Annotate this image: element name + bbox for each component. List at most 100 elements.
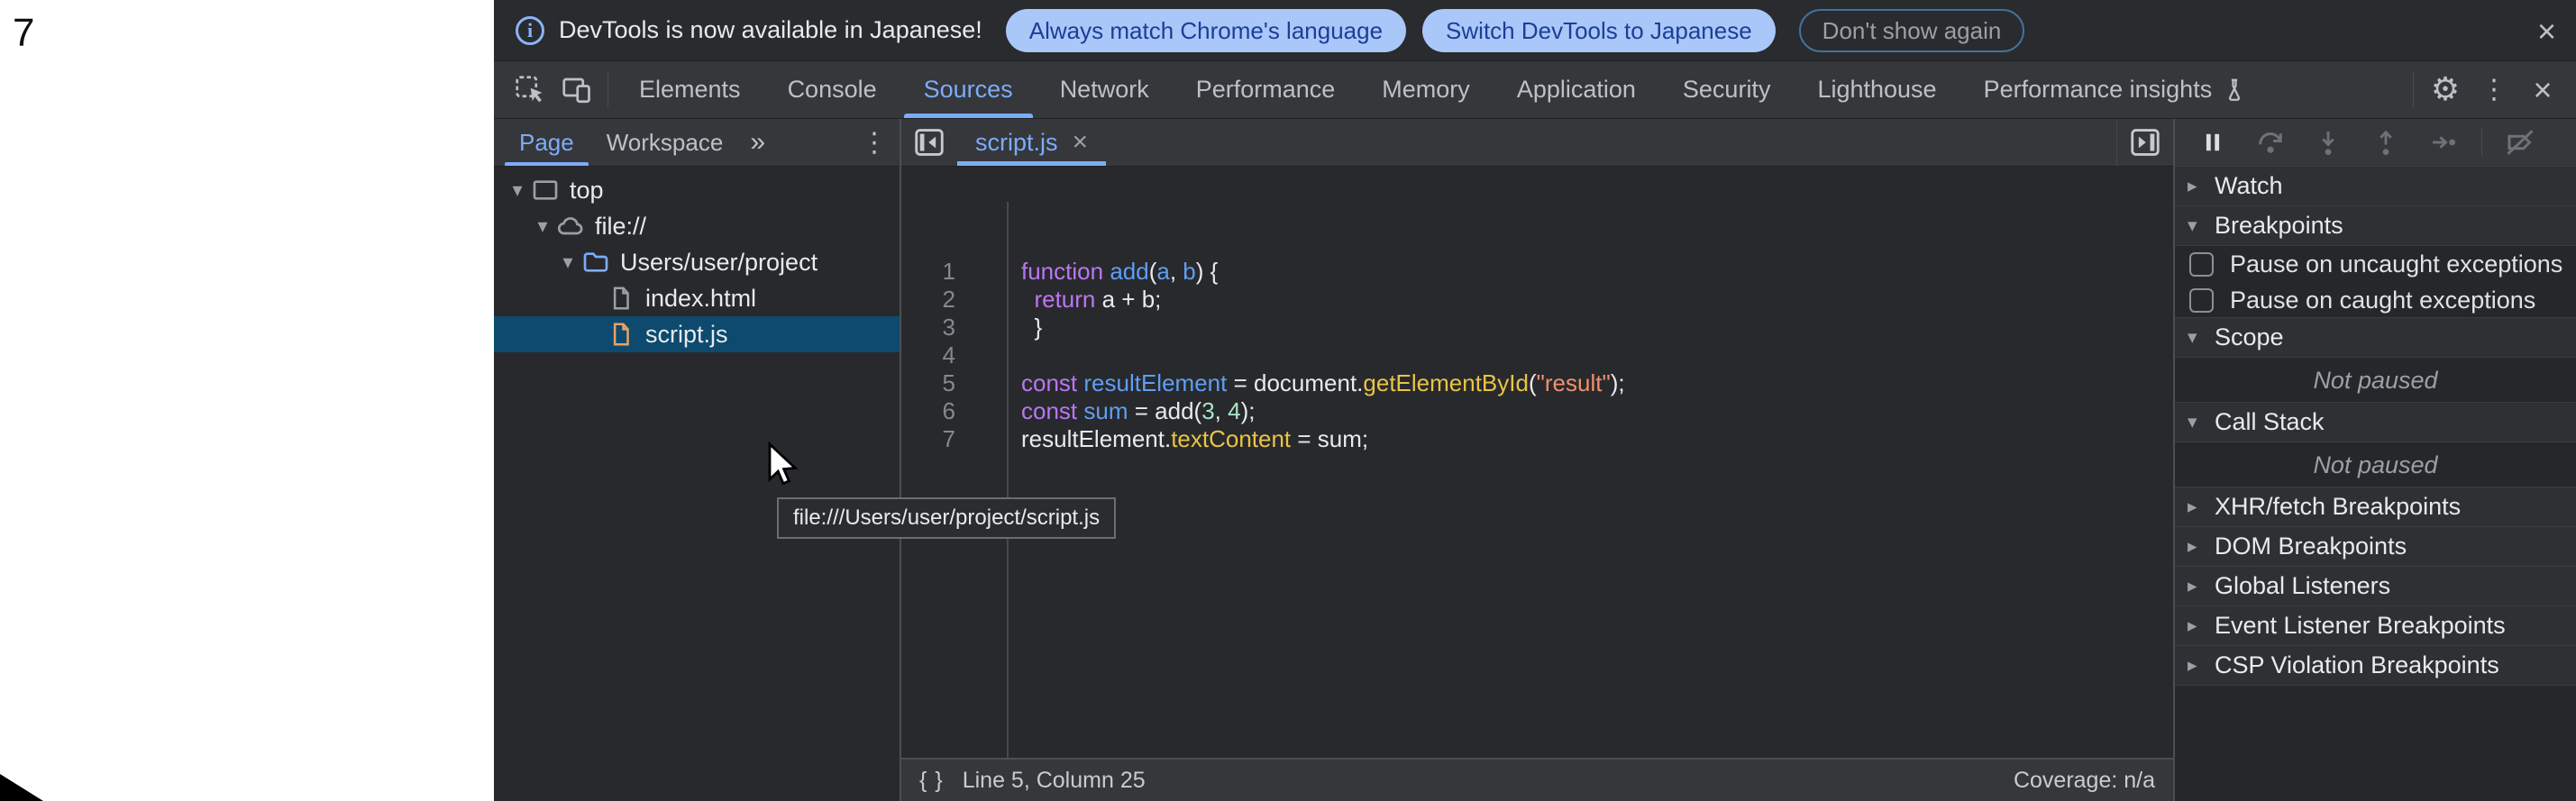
section-header-breakpoints[interactable]: ▾Breakpoints [2175,205,2576,246]
tab-label: Security [1683,76,1771,104]
code-line: 4 [901,341,2173,369]
tab-console[interactable]: Console [764,61,900,118]
triangle-right-icon: ▸ [2188,575,2215,597]
triangle-right-icon: ▸ [2188,175,2215,197]
code-text [1007,341,1021,369]
hide-navigator-button[interactable] [901,119,957,166]
navigator-menu-button[interactable]: ⋮ [854,119,894,166]
inspect-element-button[interactable] [507,61,553,118]
settings-button[interactable]: ⚙ [2421,61,2470,118]
editor-tab-script-js[interactable]: script.js × [957,119,1106,166]
close-tab-button[interactable]: × [1073,127,1089,158]
step-over-button[interactable] [2245,123,2296,162]
line-number[interactable]: 6 [901,397,955,425]
code-text: const resultElement = document.getElemen… [1007,369,1625,397]
line-number[interactable]: 1 [901,258,955,286]
debugger-toolbar [2175,119,2576,167]
section-title: Event Listener Breakpoints [2215,612,2506,640]
section-header-csp-violation-breakpoints[interactable]: ▸CSP Violation Breakpoints [2175,645,2576,686]
tab-application[interactable]: Application [1494,61,1659,118]
checkbox-row-pause-on-caught-exceptions[interactable]: Pause on caught exceptions [2175,282,2576,318]
pause-icon [2197,127,2228,158]
code-token: textContent [1171,425,1291,452]
tab-performance[interactable]: Performance [1173,61,1359,118]
step-button[interactable] [2418,123,2469,162]
more-menu-button[interactable]: ⋮ [2470,61,2518,118]
deactivate-breakpoints-button[interactable] [2495,123,2545,162]
code-token: b [1183,258,1195,285]
navigator-tab-page[interactable]: Page [503,119,590,166]
more-tabs-button[interactable]: » [739,119,776,166]
file-path-tooltip: file:///Users/user/project/script.js [777,497,1116,539]
file-tree: ▾top▾file://▾Users/user/projectindex.htm… [494,167,900,801]
tab-performance-insights[interactable]: Performance insights [1960,61,2272,118]
tree-item-index-html[interactable]: index.html [494,280,900,316]
line-number[interactable]: 5 [901,369,955,397]
tree-item-script-js[interactable]: script.js [494,316,900,352]
devtools-close-button[interactable]: × [2518,61,2567,118]
code-token: resultElement [1083,369,1227,396]
triangle-right-icon: ▸ [2188,535,2215,558]
expand-arrow-icon: ▾ [505,178,530,202]
code-token: const [1021,369,1077,396]
section-header-xhr-fetch-breakpoints[interactable]: ▸XHR/fetch Breakpoints [2175,487,2576,527]
toggle-debugger-sidebar-button[interactable] [2117,119,2173,166]
don-t-show-again-button[interactable]: Don't show again [1799,9,2025,52]
editor-tab-strip: script.js × [901,119,2173,167]
section-header-call-stack[interactable]: ▾Call Stack [2175,402,2576,442]
page-number-label: 7 [13,11,34,56]
section-title: Global Listeners [2215,572,2390,600]
tree-item-users-user-project[interactable]: ▾Users/user/project [494,244,900,280]
code-line: 6const sum = add(3, 4); [901,397,2173,425]
tab-lighthouse[interactable]: Lighthouse [1794,61,1959,118]
code-token: ); [1241,397,1256,424]
section-header-watch[interactable]: ▸Watch [2175,166,2576,206]
section-header-dom-breakpoints[interactable]: ▸DOM Breakpoints [2175,526,2576,567]
line-number[interactable]: 2 [901,286,955,314]
line-number[interactable]: 4 [901,341,955,369]
navigator-header: PageWorkspace » ⋮ [494,119,900,167]
navigator-tab-workspace[interactable]: Workspace [590,119,740,166]
code-line: 2 return a + b; [901,286,2173,314]
checkbox[interactable] [2189,252,2214,277]
code-line: 1 function add(a, b) { [901,258,2173,286]
line-number[interactable]: 3 [901,314,955,341]
step-out-button[interactable] [2361,123,2411,162]
pretty-print-button[interactable]: { } [919,768,945,794]
toolbar-divider [607,72,608,107]
line-number[interactable]: 7 [901,425,955,453]
code-token: 3 [1201,397,1214,424]
code-editor[interactable]: 1function add(a, b) {2 return a + b;3 }4… [901,167,2173,758]
step-icon [2428,127,2459,158]
step-into-button[interactable] [2303,123,2353,162]
checkbox-row-pause-on-uncaught-exceptions[interactable]: Pause on uncaught exceptions [2175,246,2576,282]
code-line: 5 const resultElement = document.getEleme… [901,369,2173,397]
checkbox[interactable] [2189,288,2214,313]
expand-arrow-icon: ▾ [530,214,555,238]
file-js-icon [606,321,636,348]
tree-item-top[interactable]: ▾top [494,172,900,208]
section-header-event-listener-breakpoints[interactable]: ▸Event Listener Breakpoints [2175,605,2576,646]
pause-button[interactable] [2188,123,2238,162]
tab-sources[interactable]: Sources [900,61,1037,118]
panel-right-icon [2128,125,2162,159]
tab-memory[interactable]: Memory [1358,61,1494,118]
tab-label: Performance [1196,76,1336,104]
always-match-chrome-s-language-button[interactable]: Always match Chrome's language [1006,9,1406,52]
switch-devtools-to-japanese-button[interactable]: Switch DevTools to Japanese [1422,9,1776,52]
tab-label: Elements [639,76,741,104]
tab-elements[interactable]: Elements [616,61,764,118]
section-header-global-listeners[interactable]: ▸Global Listeners [2175,566,2576,606]
tab-security[interactable]: Security [1659,61,1795,118]
code-token: a + b; [1095,286,1161,313]
section-header-scope[interactable]: ▾Scope [2175,317,2576,358]
gear-icon: ⚙ [2431,71,2460,108]
cloud-icon [555,212,586,241]
tab-network[interactable]: Network [1037,61,1173,118]
device-toolbar-button[interactable] [553,61,600,118]
tree-item-file[interactable]: ▾file:// [494,208,900,244]
code-token: sum [1083,397,1128,424]
device-toolbar-icon [561,74,593,106]
infobar-close-button[interactable]: × [2537,13,2556,50]
code-text: function add(a, b) { [1007,258,1218,286]
